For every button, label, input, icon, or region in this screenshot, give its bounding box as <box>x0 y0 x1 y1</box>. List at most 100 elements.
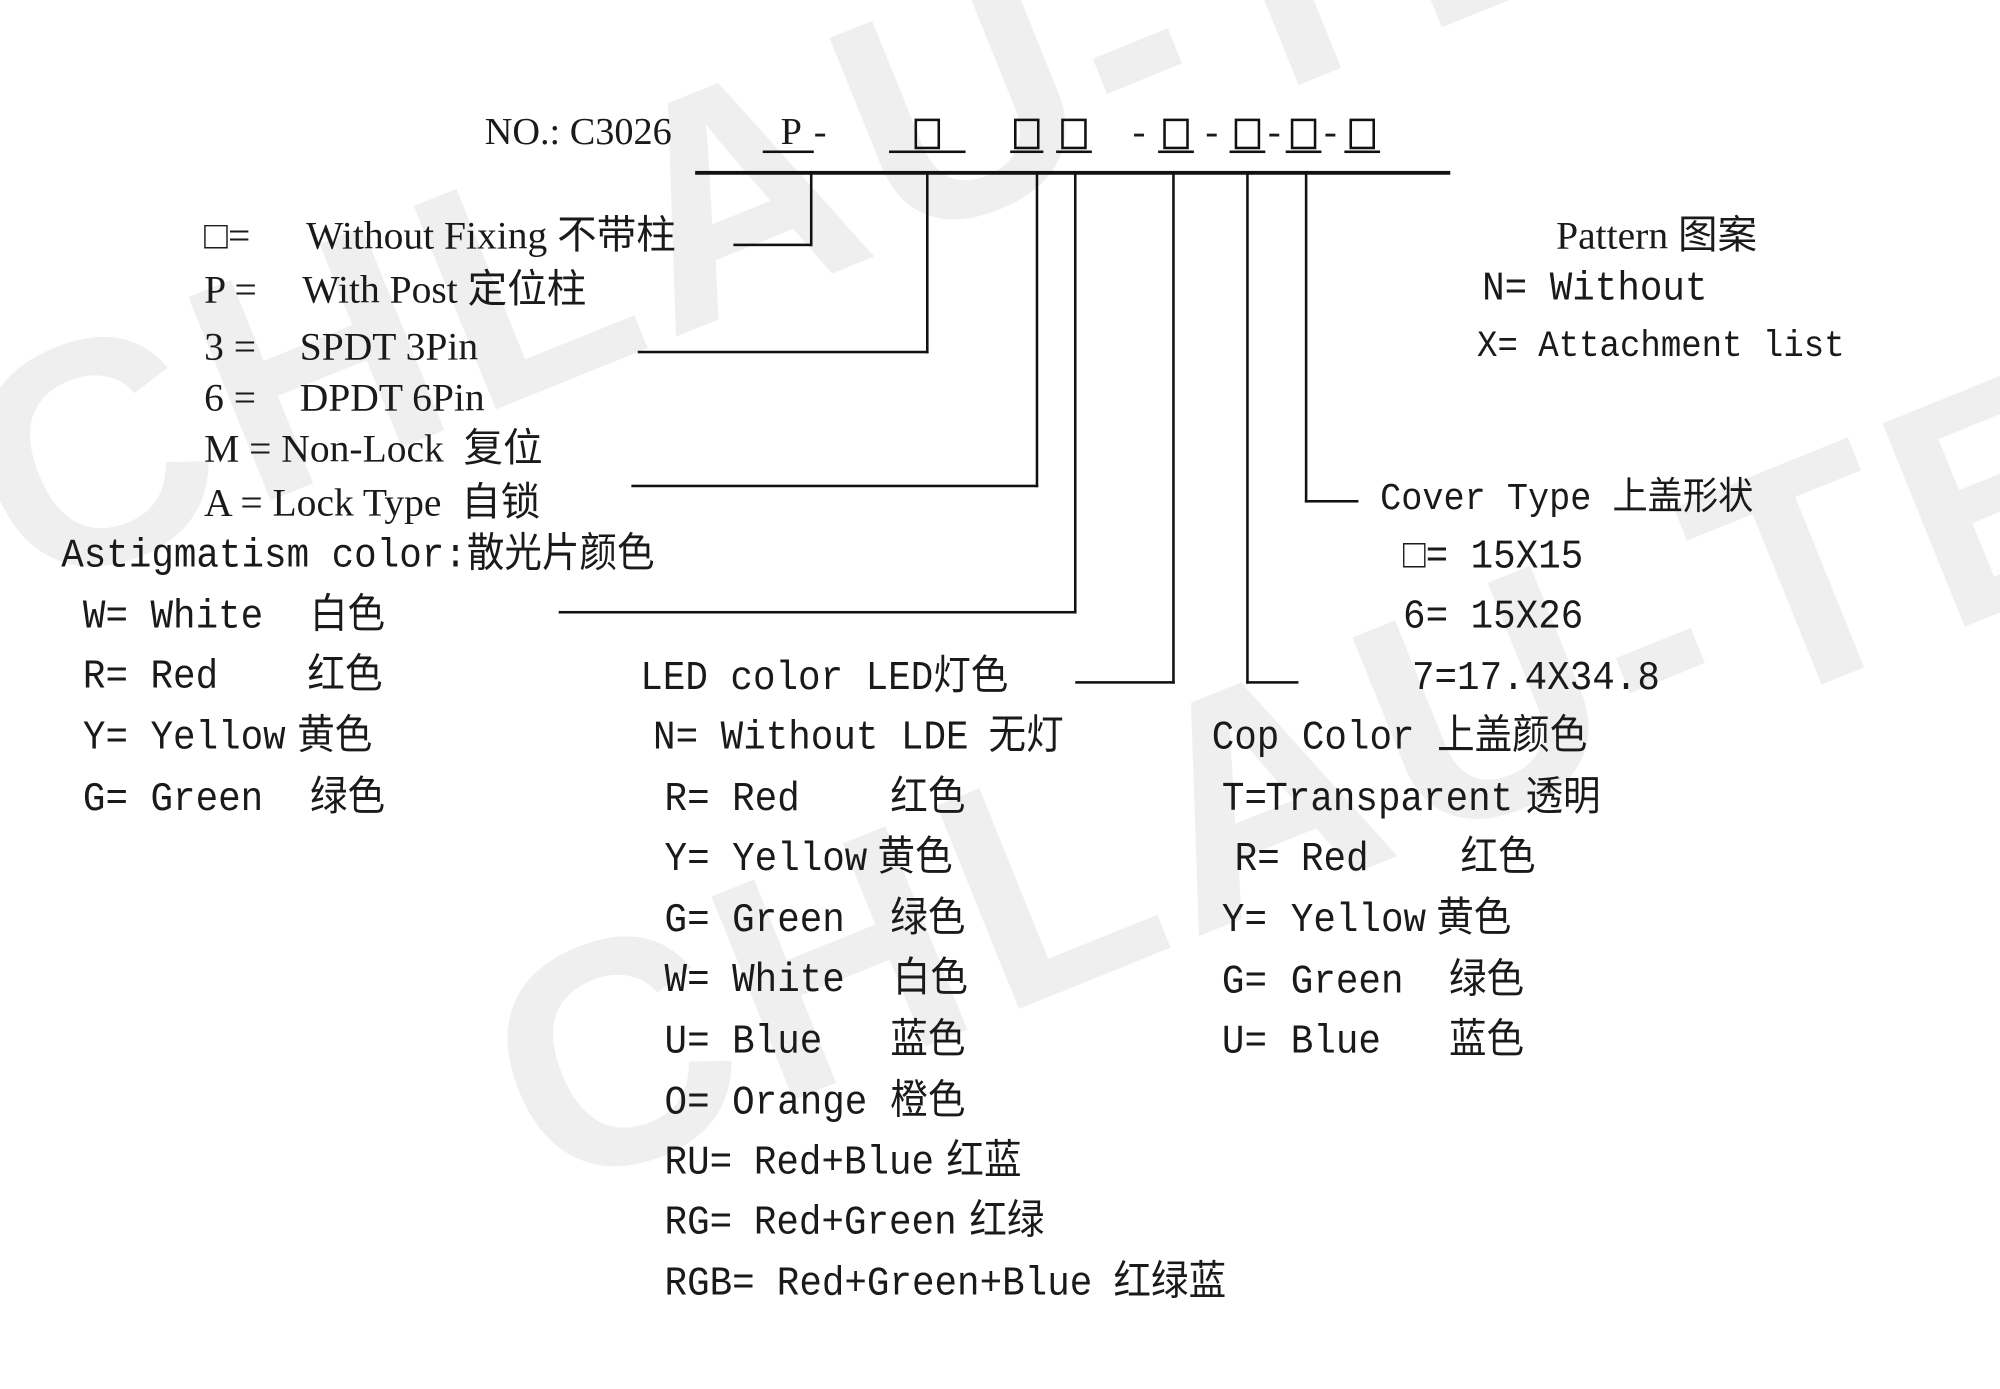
main-line <box>695 170 1451 175</box>
connector-astigmatism <box>1073 172 1077 614</box>
list-item-cn: 绿色 <box>1448 957 1525 1006</box>
lock-option: A = Lock Type 自锁 <box>204 479 541 525</box>
list-item-name: Orange <box>732 1079 868 1127</box>
list-item-cn: 白色 <box>309 593 386 641</box>
connector-pins <box>637 350 929 354</box>
connector-cover <box>1304 499 1359 503</box>
list-item-name: Yellow <box>150 714 286 762</box>
list-item-name: Red+Green+Blue <box>776 1260 1093 1308</box>
code-dash: - <box>813 110 827 154</box>
list-item-code: U= <box>664 1017 710 1066</box>
list-item-cn: 无灯 <box>988 714 1064 762</box>
connector-cop <box>1246 681 1299 684</box>
code-box-lock <box>1014 118 1040 150</box>
list-item-name: Red <box>150 653 219 701</box>
list-item-code: G= <box>664 896 710 944</box>
list-item-code: N= <box>653 714 699 762</box>
fixing-code: □= <box>204 213 251 258</box>
list-item-cn: 红色 <box>307 653 383 701</box>
list-item-code: R= <box>664 775 710 823</box>
pattern-option: N= Without <box>1482 265 1708 313</box>
list-item-name: Red+Green <box>753 1198 957 1247</box>
underline <box>1010 150 1044 154</box>
list-item-name: Yellow <box>732 835 868 883</box>
pins-code: 6 = <box>204 374 257 420</box>
cover-title: Cover Type 上盖形状 <box>1380 478 1754 522</box>
cover-option: 7=17.4X34.8 <box>1411 654 1660 702</box>
code-dash: - <box>1267 110 1281 154</box>
list-item-code: Y= <box>82 714 128 762</box>
connector-cop <box>1246 172 1249 684</box>
list-item-name: White <box>732 956 845 1004</box>
list-item-code: G= <box>82 775 128 823</box>
underline <box>889 150 966 154</box>
pins-code: 3 = <box>204 323 257 369</box>
connector-astigmatism <box>558 610 1077 614</box>
fixing-code: P = <box>204 266 257 312</box>
list-item-cn: 红色 <box>890 775 966 823</box>
underline <box>1158 150 1194 154</box>
list-item-name: Blue <box>732 1017 823 1066</box>
part-number-diagram: CHLAU-TECH CHLAU-TECH NO.: C3026 P - - -… <box>0 0 2000 1389</box>
connector-cover <box>1304 172 1308 503</box>
astigmatism-title: Astigmatism color:散光片颜色 <box>61 531 655 580</box>
list-item-name: Green <box>1290 957 1404 1006</box>
fixing-text: Without Fixing 不带柱 <box>306 213 676 258</box>
code-post-letter: P <box>780 110 802 154</box>
list-item-name: Green <box>732 896 845 944</box>
list-item-code: Y= <box>1221 896 1267 944</box>
list-item-name: Yellow <box>1290 896 1427 944</box>
list-item-cn: 红色 <box>1460 835 1536 883</box>
list-item-cn: 红蓝 <box>946 1139 1022 1187</box>
list-item-code: R= <box>1234 835 1280 883</box>
lock-option: M = Non-Lock 复位 <box>204 426 543 471</box>
list-item-code: W= <box>664 956 710 1004</box>
code-box-astigmatism <box>1061 118 1087 150</box>
fixing-text: With Post 定位柱 <box>302 266 587 312</box>
code-dash: - <box>1132 110 1146 154</box>
list-item-cn: 蓝色 <box>890 1017 966 1066</box>
led-title: LED color LED灯色 <box>640 654 1009 702</box>
pattern-title: Pattern 图案 <box>1556 213 1758 258</box>
list-item-code: W= <box>82 593 128 641</box>
underline <box>1229 150 1266 154</box>
list-item-cn: 红绿 <box>969 1198 1045 1247</box>
code-box-led <box>1163 118 1189 150</box>
code-box-cover <box>1290 118 1317 150</box>
connector-led <box>1172 172 1175 684</box>
list-item-cn: 透明 <box>1525 775 1601 823</box>
list-item-code: RU= <box>664 1139 733 1187</box>
connector-lock <box>1035 172 1039 488</box>
list-item-cn: 红绿蓝 <box>1113 1260 1227 1308</box>
list-item-name: White <box>150 593 264 641</box>
list-item-name: Blue <box>1290 1017 1381 1066</box>
list-item-code: T= <box>1221 775 1267 823</box>
list-item-cn: 绿色 <box>309 775 386 823</box>
cover-option: 6= 15X26 <box>1403 593 1584 641</box>
pattern-option: X= Attachment list <box>1477 325 1845 368</box>
list-item-name: Red+Blue <box>753 1139 935 1187</box>
list-item-code: U= <box>1221 1017 1267 1066</box>
list-item-cn: 橙色 <box>890 1079 966 1127</box>
list-item-cn: 绿色 <box>890 896 966 944</box>
list-item-code: R= <box>82 653 128 701</box>
list-item-cn: 黄色 <box>877 835 953 883</box>
underline <box>762 150 814 154</box>
list-item-name: Red <box>732 775 800 823</box>
pins-text: SPDT 3Pin <box>299 323 479 369</box>
list-item-code: RG= <box>664 1198 733 1247</box>
list-item-name: Transparent <box>1265 775 1514 823</box>
underline <box>1344 150 1381 154</box>
cop-title: Cop Color 上盖颜色 <box>1211 714 1588 762</box>
code-box-pattern <box>1349 118 1375 150</box>
pins-text: DPDT 6Pin <box>299 374 485 420</box>
code-box-cop <box>1234 118 1261 150</box>
underline <box>1285 150 1322 154</box>
connector-fixing <box>733 243 813 247</box>
list-item-cn: 蓝色 <box>1448 1017 1525 1066</box>
list-item-code: RGB= <box>664 1260 755 1308</box>
list-item-name: Red <box>1301 835 1369 883</box>
part-number-prefix: NO.: C3026 <box>484 110 672 154</box>
list-item-name: Without LDE <box>720 714 969 762</box>
list-item-name: Green <box>150 775 264 823</box>
